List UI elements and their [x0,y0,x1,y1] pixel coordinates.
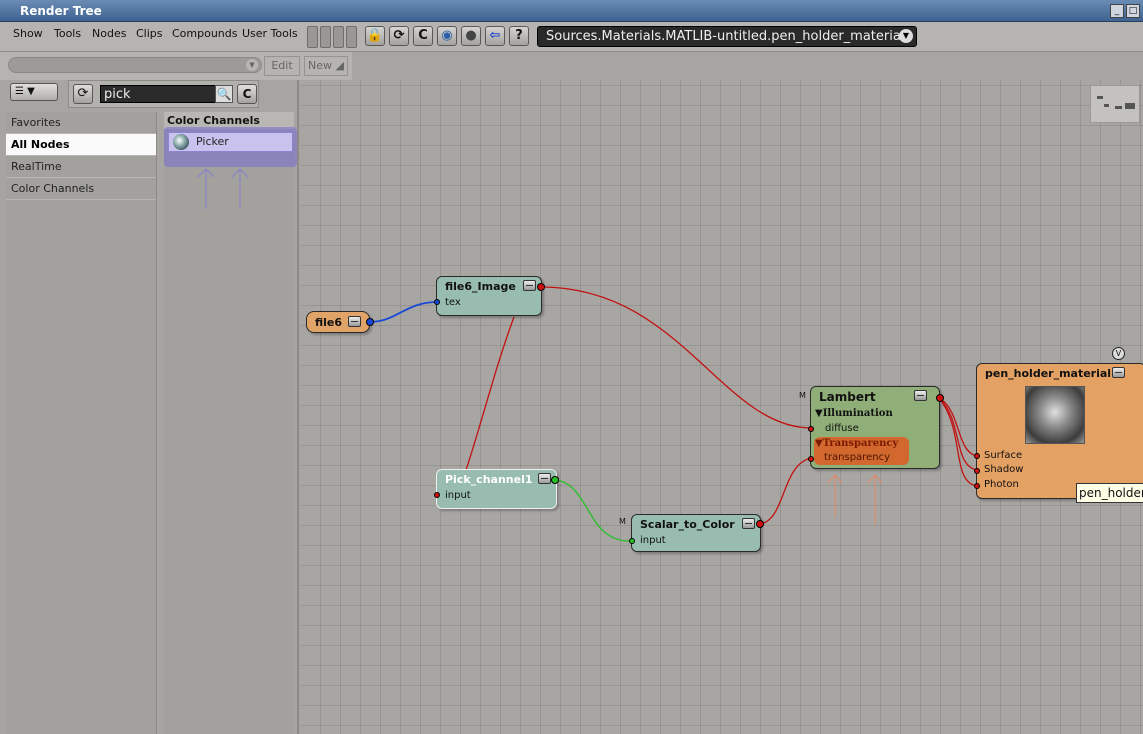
render-tree-canvas[interactable]: file6 file6_Image tex Pick_channel1 inpu… [301,80,1143,734]
wire-pick-channel-to-scalar [555,479,633,542]
new-button[interactable]: New ◢ [304,56,348,76]
node-menu-icon[interactable] [914,390,927,401]
node-menu-icon[interactable] [538,473,551,484]
node-file6-image[interactable]: file6_Image tex [434,276,545,316]
category-favorites[interactable]: Favorites [6,112,156,134]
output-port[interactable] [366,318,374,326]
node-pen-holder-material[interactable]: pen_holder_material Surface Shadow Photo… [974,363,1143,499]
shadow-port[interactable] [974,468,980,474]
material-path: Sources.Materials.MATLIB-untitled.pen_ho… [546,29,905,44]
material-path-selector[interactable]: Sources.Materials.MATLIB-untitled.pen_ho… [537,26,917,47]
menu-compounds[interactable]: Compounds [172,27,238,40]
clear-search-button[interactable]: C [237,84,257,104]
title-bar: Render Tree _ □ [0,0,1143,22]
node-title: Scalar_to_Color [640,518,735,531]
port-label: Surface [984,450,1023,461]
maximize-button[interactable]: □ [1126,4,1140,18]
node-scalar-to-color[interactable]: Scalar_to_Color input [629,514,764,552]
menu-show[interactable]: Show [13,27,43,40]
help-icon[interactable]: ? [509,26,529,46]
wire-scalar-to-transparency [759,457,812,525]
output-port[interactable] [756,520,764,528]
port-label: input [640,535,666,546]
node-marker: M [799,391,806,400]
node-item-label: Picker [196,135,229,148]
list-mode-dropdown[interactable]: ☰ ▼ [10,83,58,101]
wire-file6-image-to-pick-channel [465,316,515,471]
tex-port[interactable] [434,299,440,305]
surface-port[interactable] [974,453,980,459]
node-marker: M [619,517,626,526]
search-icon[interactable]: 🔍 [215,85,233,103]
edit-button[interactable]: Edit [264,56,300,76]
category-list: Favorites All Nodes RealTime Color Chann… [6,112,157,734]
category-all-nodes[interactable]: All Nodes [6,134,156,156]
node-title: Pick_channel1 [445,473,533,486]
wire-file6-image-to-diffuse [540,286,812,429]
illumination-section[interactable]: ▼Illumination [815,408,893,419]
port-label: transparency [824,452,890,463]
node-list: Color Channels Picker [164,112,297,734]
node-item-picker[interactable]: Picker [168,132,293,152]
menu-clips[interactable]: Clips [136,27,163,40]
chevron-down-icon[interactable]: ▼ [246,59,258,71]
output-port[interactable] [537,283,545,291]
node-file6[interactable]: file6 [306,311,374,333]
node-menu-icon[interactable] [742,518,755,529]
output-port[interactable] [551,476,559,484]
port-label: Photon [984,479,1019,490]
node-menu-icon[interactable] [348,316,361,327]
lock-icon[interactable]: 🔒 [365,26,385,46]
drag-arrows [197,168,249,209]
input-port[interactable] [434,492,440,498]
category-realtime[interactable]: RealTime [6,156,156,178]
node-title: pen_holder_material [985,367,1112,380]
menu-user-tools[interactable]: User Tools [242,27,298,40]
category-color-channels[interactable]: Color Channels [6,178,156,200]
refresh-icon[interactable]: ⟳ [389,26,409,46]
port-label: tex [445,297,461,308]
node-pick-channel1[interactable]: Pick_channel1 input [434,469,559,509]
preset-panel: ☰ ▼ ⟳ 🔍 C Favorites All Nodes RealTime C… [0,80,299,734]
render-apple-icon[interactable]: ● [461,26,481,46]
search-bar: ⟳ 🔍 C [68,80,259,108]
node-menu-icon[interactable] [1112,367,1125,378]
preset-combo[interactable]: ▼ [8,57,262,73]
transparency-section-label: ▼Transparency [815,438,899,449]
picker-node-icon [173,134,189,150]
chevron-down-icon[interactable]: ▼ [899,29,913,43]
input-port[interactable] [629,538,635,544]
wire-lambert-to-shadow [938,397,978,471]
port-label: Shadow [984,464,1024,475]
material-sphere-icon[interactable]: ◉ [437,26,457,46]
search-input[interactable] [100,85,216,103]
photon-port[interactable] [974,483,980,489]
transparency-drag-arrows [827,474,883,525]
secondary-toolbar: ▼ Edit New ◢ [0,52,352,80]
node-title: file6 [315,316,343,329]
diffuse-port[interactable] [808,426,814,432]
menu-tools[interactable]: Tools [54,27,81,40]
back-arrow-icon[interactable]: ⇦ [485,26,505,46]
port-label: input [445,490,471,501]
wire-file6-to-file6-image [369,301,438,323]
toolbar-grip[interactable] [307,26,357,48]
port-label: diffuse [825,423,859,434]
node-tooltip: pen_holder_material [1076,483,1143,503]
window-title: Render Tree [20,4,102,18]
menu-nodes[interactable]: Nodes [92,27,126,40]
node-menu-icon[interactable] [523,280,536,291]
minimize-button[interactable]: _ [1110,4,1124,18]
transparency-section[interactable]: ▼Transparency transparency [814,437,909,465]
main-toolbar: Show Tools Nodes Clips Compounds User To… [0,22,1143,52]
node-lambert[interactable]: Lambert ▼Illumination diffuse ▼Transpare… [808,386,944,469]
view-toggle-icon[interactable]: V [1112,347,1125,360]
node-title: Lambert [819,390,876,404]
material-preview-thumbnail [1025,386,1085,444]
output-port[interactable] [936,394,944,402]
clear-icon[interactable]: C [413,26,433,46]
refresh-icon[interactable]: ⟳ [73,84,93,104]
node-title: file6_Image [445,280,516,293]
transparency-port[interactable] [808,456,814,462]
